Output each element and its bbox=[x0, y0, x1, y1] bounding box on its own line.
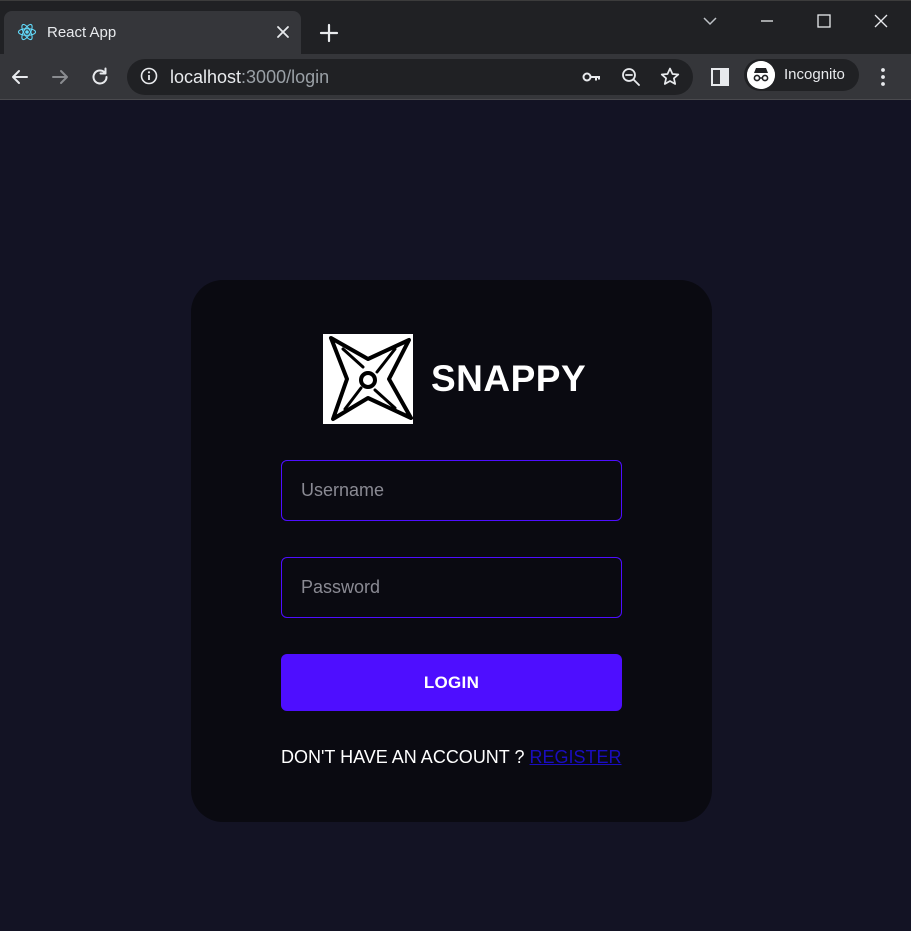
side-panel-icon[interactable] bbox=[708, 65, 732, 89]
address-bar[interactable]: localhost:3000/login bbox=[127, 59, 693, 95]
bookmark-star-icon[interactable] bbox=[658, 65, 682, 89]
window-close-icon[interactable] bbox=[869, 9, 893, 33]
incognito-label: Incognito bbox=[784, 66, 845, 83]
tab-title: React App bbox=[47, 24, 117, 41]
url-text: localhost:3000/login bbox=[170, 67, 329, 88]
maximize-icon[interactable] bbox=[812, 9, 836, 33]
back-arrow-icon[interactable] bbox=[8, 65, 32, 89]
url-path: :3000/login bbox=[241, 67, 330, 87]
kebab-menu-icon[interactable] bbox=[871, 65, 895, 89]
no-account-text: DON'T HAVE AN ACCOUNT ? bbox=[281, 747, 525, 767]
login-card: SNAPPY LOGIN DON'T HAVE AN ACCOUNT ? REG… bbox=[191, 280, 712, 822]
info-icon[interactable] bbox=[139, 66, 159, 86]
incognito-indicator[interactable]: Incognito bbox=[744, 59, 859, 91]
url-host: localhost bbox=[170, 67, 242, 87]
login-button[interactable]: LOGIN bbox=[281, 654, 622, 711]
minimize-icon[interactable] bbox=[755, 9, 779, 33]
page-viewport: SNAPPY LOGIN DON'T HAVE AN ACCOUNT ? REG… bbox=[0, 100, 911, 931]
shuriken-icon bbox=[323, 334, 413, 424]
browser-tabstrip: React App bbox=[0, 0, 911, 55]
forward-arrow-icon[interactable] bbox=[48, 65, 72, 89]
reload-icon[interactable] bbox=[88, 65, 112, 89]
browser-toolbar: localhost:3000/login Incognito bbox=[0, 54, 911, 100]
username-input[interactable] bbox=[281, 460, 622, 521]
browser-tab[interactable]: React App bbox=[4, 11, 301, 55]
password-input[interactable] bbox=[281, 557, 622, 618]
react-icon bbox=[17, 23, 37, 41]
zoom-out-icon[interactable] bbox=[619, 65, 643, 89]
new-tab-plus-icon[interactable] bbox=[318, 22, 340, 44]
brand: SNAPPY bbox=[323, 334, 586, 424]
incognito-icon bbox=[747, 61, 775, 89]
register-prompt: DON'T HAVE AN ACCOUNT ? REGISTER bbox=[281, 747, 622, 768]
tab-search-chevron-down-icon[interactable] bbox=[698, 9, 722, 33]
close-icon[interactable] bbox=[274, 23, 292, 41]
key-icon[interactable] bbox=[580, 65, 604, 89]
brand-name: SNAPPY bbox=[431, 358, 587, 399]
register-link[interactable]: REGISTER bbox=[530, 747, 622, 767]
